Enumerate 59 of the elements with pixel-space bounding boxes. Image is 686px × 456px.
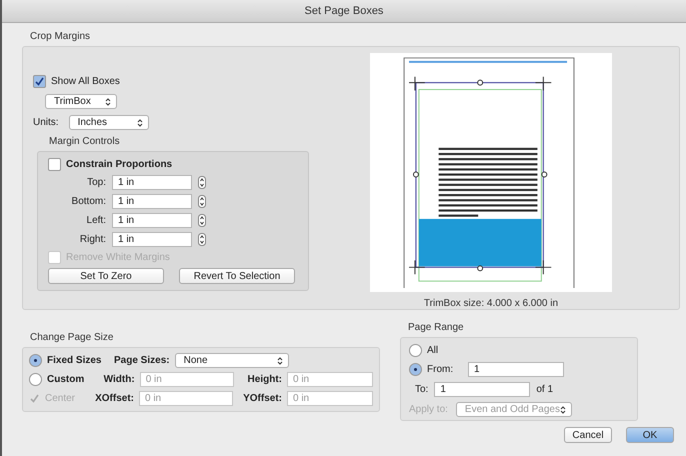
action-button[interactable]: Set To Zero [48,268,164,284]
updown-arrows-icon [560,406,566,414]
radio-button[interactable] [409,363,422,376]
radio-button[interactable] [29,373,42,386]
size-field[interactable]: 0 in [139,391,233,406]
stepper-icon[interactable] [198,233,206,246]
field-label: Top: [86,177,106,188]
dialog-button[interactable]: OK [626,427,674,443]
stepper-icon[interactable] [198,176,206,189]
size-field[interactable]: 0 in [287,391,373,406]
stepper-icon[interactable] [198,195,206,208]
checkbox-label: Center [45,393,76,404]
preview-caption: TrimBox size: 4.000 x 6.000 in [424,298,558,309]
field-label: Page Sizes: [114,355,170,366]
updown-arrows-icon [276,356,283,364]
radio-label: Fixed Sizes [47,355,102,366]
updown-arrows-icon [136,118,143,126]
action-button[interactable]: Revert To Selection [179,268,295,284]
section-title: Crop Margins [30,31,92,42]
field-label: YOffset: [242,393,282,404]
checkbox[interactable] [48,158,61,171]
stepper-icon[interactable] [198,214,206,227]
checkbox[interactable] [33,75,46,88]
to-field[interactable]: 1 [434,382,530,397]
checkmark-icon [30,394,39,403]
units-label: Units: [33,117,59,128]
updown-arrows-icon [105,98,111,106]
radio-label: Custom [47,374,86,385]
size-field[interactable]: 0 in [287,372,373,387]
units-dropdown[interactable]: Inches [68,115,149,130]
margin-field[interactable]: 1 in [112,213,192,228]
checkmark-icon [35,77,44,86]
section-title: Page Range [408,322,465,333]
field-label: Bottom: [70,196,106,207]
field-label: Apply to: [409,404,448,415]
radio-label: All [427,345,440,356]
box-type-dropdown[interactable]: TrimBox [45,94,117,109]
page-count: of 1 [536,384,554,395]
checkbox-label: Show All Boxes [51,76,120,87]
size-field[interactable]: 0 in [140,372,234,387]
radio-label: From: [427,364,454,375]
page-sizes-dropdown[interactable]: None [174,353,289,368]
checkbox-label: Constrain Proportions [66,159,172,170]
window-title: Set Page Boxes [304,5,384,17]
field-label: Height: [246,374,282,385]
section-title: Change Page Size [30,332,114,343]
margin-field[interactable]: 1 in [112,194,192,209]
field-label: To: [415,384,428,395]
group-title: Margin Controls [49,136,121,147]
field-label: Left: [86,215,106,226]
margin-field[interactable]: 1 in [112,175,192,190]
margin-field[interactable]: 1 in [112,232,192,247]
from-field[interactable]: 1 [468,362,564,377]
radio-button[interactable] [409,344,422,357]
radio-button[interactable] [29,354,42,367]
field-label: XOffset: [94,393,134,404]
field-label: Right: [78,234,106,245]
field-label: Width: [102,374,135,385]
dialog-button[interactable]: Cancel [564,427,612,443]
